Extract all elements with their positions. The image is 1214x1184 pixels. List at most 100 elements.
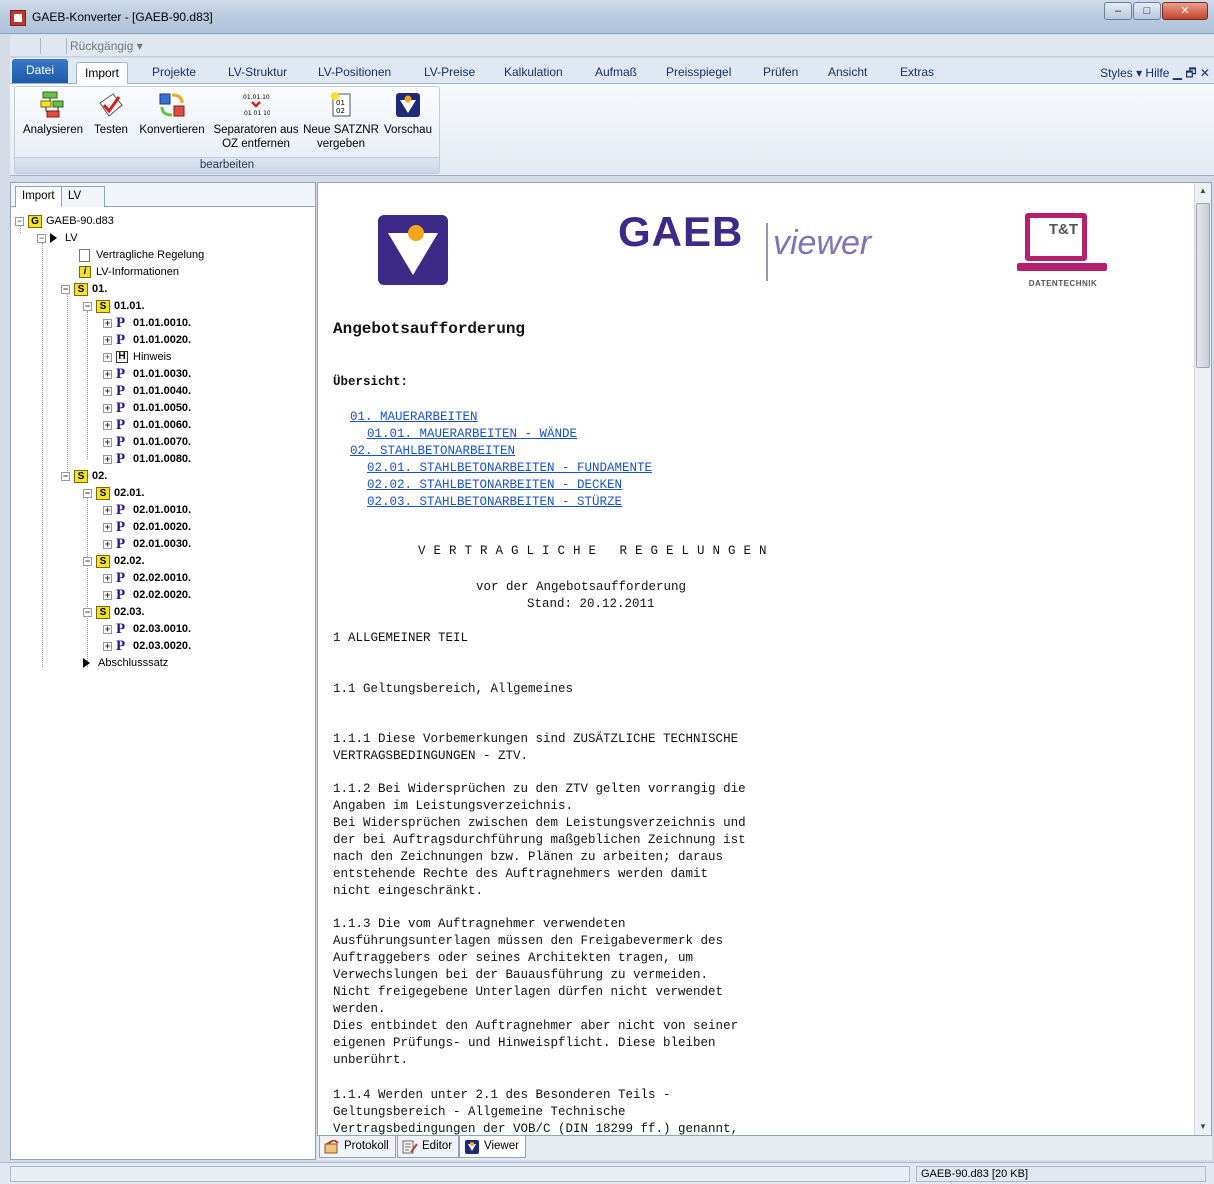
collapse-icon[interactable]: − <box>37 233 46 243</box>
tree-node-position[interactable]: + P 02.01.0010. <box>103 502 191 518</box>
expand-icon[interactable]: + <box>103 318 112 328</box>
tree-node-abschlusssatz[interactable]: Abschlusssatz <box>83 655 168 671</box>
tab-lv-panel[interactable]: LV <box>61 186 105 207</box>
status-file-info: GAEB-90.d83 [20 KB] <box>916 1166 1206 1182</box>
tab-import-panel[interactable]: Import <box>15 186 62 207</box>
expand-icon[interactable]: + <box>103 437 112 447</box>
tree-node-position[interactable]: + P 01.01.0070. <box>103 434 191 450</box>
tree-node-position[interactable]: + P 01.01.0010. <box>103 315 191 331</box>
scroll-thumb[interactable] <box>1196 203 1210 368</box>
collapse-icon[interactable]: − <box>83 556 92 566</box>
tree-node-position[interactable]: + P 02.03.0020. <box>103 638 191 654</box>
tab-lv-preise[interactable]: LV-Preise <box>416 62 483 84</box>
svg-text:02: 02 <box>336 107 345 115</box>
expand-icon[interactable]: + <box>103 403 112 413</box>
tree-node-hinweis[interactable]: + H Hinweis <box>103 349 172 365</box>
tree-node-section-0101[interactable]: − S 01.01. <box>83 298 145 314</box>
close-button[interactable]: ✕ <box>1162 2 1208 20</box>
tree-node-position[interactable]: + P 02.02.0010. <box>103 570 191 586</box>
tab-extras[interactable]: Extras <box>892 62 942 84</box>
expand-icon[interactable]: + <box>103 573 112 583</box>
tree-node-section-02[interactable]: − S 02. <box>61 468 107 484</box>
tree-node-section-0203[interactable]: − S 02.03. <box>83 604 145 620</box>
tree-node-root[interactable]: − G GAEB-90.d83 <box>15 213 114 229</box>
collapse-icon[interactable]: − <box>61 284 70 294</box>
expand-icon[interactable]: + <box>103 522 112 532</box>
tab-pruefen[interactable]: Prüfen <box>755 62 806 84</box>
tree-node-section-0202[interactable]: − S 02.02. <box>83 553 145 569</box>
tree-node-position[interactable]: + P 01.01.0080. <box>103 451 191 467</box>
scroll-down-arrow-icon[interactable]: ▼ <box>1195 1119 1211 1135</box>
tree-node-position[interactable]: + P 01.01.0030. <box>103 366 191 382</box>
expand-icon[interactable]: + <box>103 369 112 379</box>
tree-node-section-0201[interactable]: − S 02.01. <box>83 485 145 501</box>
tree-node-position[interactable]: + P 02.02.0020. <box>103 587 191 603</box>
collapse-icon[interactable]: − <box>61 471 70 481</box>
tree-node-vertragliche[interactable]: Vertragliche Regelung <box>79 247 204 263</box>
neue-satznr-button[interactable]: 01 02 Neue SATZNR vergeben <box>303 91 379 151</box>
tree-node-position[interactable]: + P 01.01.0060. <box>103 417 191 433</box>
tree-node-position[interactable]: + P 01.01.0020. <box>103 332 191 348</box>
expand-icon[interactable]: + <box>103 386 112 396</box>
ribbon-tab-bar: Datei Import Projekte LV-Struktur LV-Pos… <box>10 58 1214 84</box>
konvertieren-button[interactable]: Konvertieren <box>133 91 211 137</box>
svg-text:01 01 10: 01 01 10 <box>244 110 270 117</box>
tab-aufmass[interactable]: Aufmaß <box>587 62 645 84</box>
tree-node-position[interactable]: + P 01.01.0040. <box>103 383 191 399</box>
toc-link[interactable]: 02.01. STAHLBETONARBEITEN - FUNDAMENTE <box>367 460 652 477</box>
maximize-button[interactable]: □ <box>1133 2 1161 20</box>
collapse-icon[interactable]: − <box>83 488 92 498</box>
expand-icon[interactable]: + <box>103 335 112 345</box>
toc-link[interactable]: 01.01. MAUERARBEITEN - WÄNDE <box>367 426 577 443</box>
vertical-scrollbar[interactable]: ▲ ▼ <box>1194 183 1211 1135</box>
tree-node-position[interactable]: + P 02.01.0020. <box>103 519 191 535</box>
quick-access-toolbar: Rückgängig ▾ <box>10 35 1214 57</box>
expand-icon[interactable]: + <box>103 505 112 515</box>
position-icon: P <box>116 417 126 433</box>
expand-icon[interactable]: + <box>103 590 112 600</box>
tab-kalkulation[interactable]: Kalkulation <box>496 62 571 84</box>
toc-link[interactable]: 01. MAUERARBEITEN <box>350 409 478 426</box>
minimize-button[interactable]: – <box>1104 2 1132 20</box>
gaeb-v-logo <box>378 215 448 285</box>
expand-icon[interactable]: + <box>103 352 112 362</box>
position-icon: P <box>116 638 126 654</box>
tab-protokoll[interactable]: Protokoll <box>319 1136 396 1158</box>
tree-node-position[interactable]: + P 01.01.0050. <box>103 400 191 416</box>
tab-viewer[interactable]: Viewer <box>459 1136 526 1158</box>
toc-link[interactable]: 02.02. STAHLBETONARBEITEN - DECKEN <box>367 477 622 494</box>
tab-ansicht[interactable]: Ansicht <box>820 62 875 84</box>
tree-node-position[interactable]: + P 02.03.0010. <box>103 621 191 637</box>
toc-link[interactable]: 02. STAHLBETONARBEITEN <box>350 443 515 460</box>
tree-node-position[interactable]: + P 02.01.0030. <box>103 536 191 552</box>
expand-icon[interactable]: + <box>103 539 112 549</box>
tab-projekte[interactable]: Projekte <box>144 62 204 84</box>
expand-icon[interactable]: + <box>103 641 112 651</box>
scroll-up-arrow-icon[interactable]: ▲ <box>1195 183 1211 199</box>
expand-icon[interactable]: + <box>103 454 112 464</box>
app-icon <box>10 10 26 26</box>
separatoren-entfernen-button[interactable]: 01.01.10 01 01 10 Separatoren aus OZ entf… <box>211 91 301 151</box>
viewer-panel: GAEB viewer T&T DATENTECHNIK Angebotsauf… <box>317 182 1212 1136</box>
testen-button[interactable]: Testen <box>89 91 133 137</box>
toc-link[interactable]: 02.03. STAHLBETONARBEITEN - STÜRZE <box>367 494 622 511</box>
tab-lv-struktur[interactable]: LV-Struktur <box>220 62 295 84</box>
viewer-logo-text: viewer <box>773 224 872 262</box>
analysieren-button[interactable]: Analysieren <box>19 91 87 137</box>
undo-button[interactable]: Rückgängig ▾ <box>70 39 143 53</box>
tab-editor[interactable]: Editor <box>397 1136 460 1158</box>
collapse-icon[interactable]: − <box>15 216 24 226</box>
tab-import[interactable]: Import <box>76 62 129 84</box>
expand-icon[interactable]: + <box>103 624 112 634</box>
tree-node-lv[interactable]: − LV <box>37 230 78 246</box>
tree-node-lv-informationen[interactable]: i LV-Informationen <box>79 264 179 280</box>
tab-lv-positionen[interactable]: LV-Positionen <box>310 62 399 84</box>
styles-help-menu[interactable]: Styles ▾ Hilfe ▁ 🗗 ✕ <box>1100 64 1210 85</box>
collapse-icon[interactable]: − <box>83 301 92 311</box>
tree-node-section-01[interactable]: − S 01. <box>61 281 107 297</box>
tab-preisspiegel[interactable]: Preisspiegel <box>658 62 739 84</box>
collapse-icon[interactable]: − <box>83 607 92 617</box>
expand-icon[interactable]: + <box>103 420 112 430</box>
tab-datei[interactable]: Datei <box>12 59 69 83</box>
vorschau-button[interactable]: Vorschau <box>379 91 437 137</box>
